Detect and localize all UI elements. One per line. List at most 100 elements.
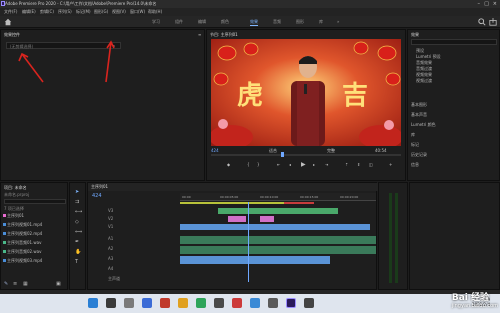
ripple-edit-tool-icon[interactable]: ⟷ — [75, 209, 82, 215]
track-header-a4[interactable]: A4 — [88, 265, 178, 272]
go-to-out-icon[interactable]: ⇥ — [325, 162, 328, 167]
timeline-playhead[interactable] — [248, 202, 249, 282]
track-header-v3[interactable]: V3 — [88, 207, 178, 214]
extract-icon[interactable]: ⇞ — [357, 162, 360, 167]
app-icon[interactable] — [250, 298, 260, 308]
track-header-a2[interactable]: A2 — [88, 245, 178, 252]
project-item[interactable]: 主序列视频02.mp4 — [7, 231, 42, 237]
pencil-icon[interactable]: ✎ — [4, 281, 8, 287]
widgets-icon[interactable] — [142, 298, 152, 308]
workspace-more[interactable]: » — [337, 19, 339, 24]
timeline-sequence-tab[interactable]: 主序列01 — [91, 184, 108, 190]
folder-video-transitions[interactable]: 视频过渡 — [416, 78, 432, 84]
effects-search-input[interactable] — [411, 39, 497, 45]
timeline-clip-a2[interactable] — [180, 246, 376, 254]
step-forward-icon[interactable]: ▸ — [313, 162, 315, 167]
project-item[interactable]: 主序列音频02.wav — [7, 249, 41, 255]
panel-history[interactable]: 历史记录 — [411, 152, 427, 158]
maximize-icon[interactable]: □ — [484, 1, 489, 7]
app-icon[interactable] — [232, 298, 242, 308]
file-explorer-icon[interactable] — [178, 298, 188, 308]
track-select-tool-icon[interactable]: ⇉ — [75, 199, 81, 205]
start-icon[interactable] — [88, 298, 98, 308]
search-taskbar-icon[interactable] — [106, 298, 116, 308]
add-marker-icon[interactable]: ◆ — [227, 162, 230, 167]
track-header-v1[interactable]: V1 — [88, 223, 178, 230]
hand-tool-icon[interactable]: ✋ — [75, 249, 81, 255]
lift-icon[interactable]: ⇡ — [345, 162, 348, 167]
app-icon[interactable] — [214, 298, 224, 308]
task-view-icon[interactable] — [124, 298, 134, 308]
workspace-audio[interactable]: 音频 — [273, 19, 281, 25]
app-icon[interactable] — [304, 298, 314, 308]
timeline-clip-v1[interactable] — [180, 224, 370, 230]
workspace-graphics[interactable]: 图形 — [296, 19, 304, 25]
icon-view-icon[interactable]: ▦ — [23, 281, 28, 287]
workspace-effects[interactable]: 效果 — [250, 19, 258, 26]
razor-tool-icon[interactable]: ◇ — [75, 219, 81, 225]
close-icon[interactable]: × — [493, 1, 497, 7]
track-header-a1[interactable]: A1 — [88, 235, 178, 242]
list-view-icon[interactable]: ≡ — [13, 281, 17, 287]
track-header-master[interactable]: 主声道 — [88, 275, 178, 282]
panel-menu-icon[interactable]: ≡ — [198, 32, 201, 37]
menu-file[interactable]: 文件(F) — [4, 9, 17, 15]
new-item-icon[interactable]: ▣ — [56, 281, 61, 287]
panel-essential-sound[interactable]: 基本声音 — [411, 112, 427, 118]
minimize-icon[interactable]: – — [478, 1, 481, 7]
clip-selector[interactable]: (无剪辑选择) — [6, 42, 121, 49]
play-icon[interactable]: ▶ — [301, 161, 306, 168]
workspace-editing[interactable]: 编辑 — [198, 19, 206, 25]
track-header-v2[interactable]: V2 — [88, 215, 178, 222]
workspace-learn[interactable]: 学习 — [152, 19, 160, 25]
timeline-clip-v2[interactable] — [228, 216, 246, 222]
timeline-clip-v2[interactable] — [260, 216, 274, 222]
menu-clip[interactable]: 剪辑(C) — [40, 9, 54, 15]
menu-sequence[interactable]: 序列(S) — [58, 9, 72, 15]
home-icon[interactable] — [4, 18, 12, 26]
panel-libraries[interactable]: 库 — [411, 132, 415, 138]
project-item[interactable]: 主序列视频01.mp4 — [7, 222, 42, 228]
timeline-clip-a1[interactable] — [180, 236, 376, 244]
panel-lumetri-color[interactable]: Lumetri 颜色 — [411, 122, 436, 128]
search-icon[interactable] — [478, 18, 486, 26]
chevron-down-icon[interactable]: ▸ — [113, 43, 115, 48]
project-search-input[interactable] — [4, 199, 66, 204]
app-icon[interactable] — [268, 298, 278, 308]
menu-edit[interactable]: 编辑(E) — [22, 9, 36, 15]
panel-essential-graphics[interactable]: 基本图形 — [411, 102, 427, 108]
scrub-bar[interactable] — [211, 154, 401, 156]
workspace-color[interactable]: 颜色 — [221, 19, 229, 25]
panel-markers[interactable]: 标记 — [411, 142, 419, 148]
project-item[interactable]: 主序列音频01.wav — [7, 240, 41, 246]
selection-tool-icon[interactable]: ➤ — [75, 189, 81, 195]
menu-graphics[interactable]: 图形(G) — [94, 9, 108, 15]
slip-tool-icon[interactable]: ⟺ — [75, 229, 82, 235]
timeline-clip-v3[interactable] — [218, 208, 338, 214]
step-back-icon[interactable]: ◂ — [289, 162, 291, 167]
track-header-a3[interactable]: A3 — [88, 255, 178, 262]
program-timecode[interactable]: 424 — [211, 148, 219, 153]
timeline-timecode[interactable]: 424 — [92, 193, 102, 199]
project-item[interactable]: 主序列01 — [7, 213, 24, 219]
add-button-icon[interactable]: + — [389, 162, 392, 167]
workspace-assembly[interactable]: 组件 — [175, 19, 183, 25]
browser-icon[interactable] — [196, 298, 206, 308]
menu-view[interactable]: 视图(V) — [112, 9, 126, 15]
type-tool-icon[interactable]: T — [75, 259, 81, 265]
playhead-marker[interactable] — [281, 152, 284, 157]
export-frame-icon[interactable]: ◫ — [369, 162, 373, 167]
panel-info[interactable]: 信息 — [411, 162, 419, 168]
timeline-clip-a3[interactable] — [180, 256, 330, 264]
mark-in-icon[interactable]: { — [247, 162, 250, 167]
project-item[interactable]: 主序列视频03.mp4 — [7, 258, 42, 264]
go-to-in-icon[interactable]: ⇤ — [277, 162, 280, 167]
menu-help[interactable]: 帮助(H) — [148, 9, 162, 15]
premiere-taskbar-icon[interactable] — [286, 298, 296, 308]
share-icon[interactable] — [489, 18, 497, 26]
menu-markers[interactable]: 标记(M) — [76, 9, 91, 15]
mark-out-icon[interactable]: } — [257, 162, 260, 167]
app-icon[interactable] — [160, 298, 170, 308]
work-area-bar[interactable] — [180, 202, 284, 204]
pen-tool-icon[interactable]: ✒ — [75, 239, 81, 245]
